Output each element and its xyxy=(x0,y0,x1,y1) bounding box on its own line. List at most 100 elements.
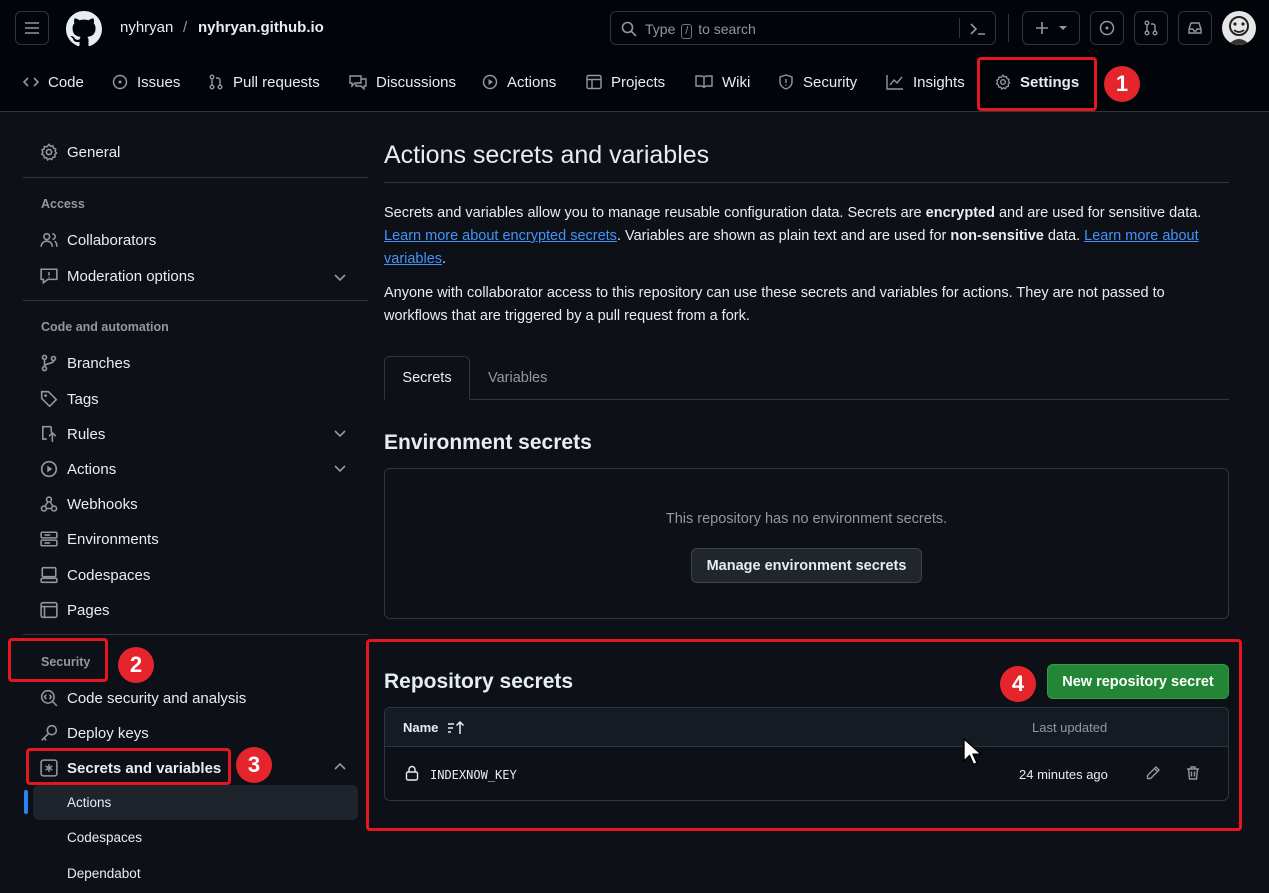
plus-icon xyxy=(1036,22,1048,34)
search-placeholder-tail: to search xyxy=(698,21,756,37)
tab-settings[interactable]: Settings xyxy=(986,58,1088,110)
breadcrumb-owner[interactable]: nyhryan xyxy=(120,19,173,36)
repo-nav: Code Issues Pull requests Discussions Ac… xyxy=(0,58,1269,112)
environment-secrets-box: This repository has no environment secre… xyxy=(384,468,1229,619)
secrets-table: Name Last updated INDEXNOW_KEY 24 minute… xyxy=(384,707,1229,801)
table-row: INDEXNOW_KEY 24 minutes ago xyxy=(385,748,1228,800)
repository-secrets-title: Repository secrets xyxy=(384,670,574,693)
gear-icon xyxy=(40,143,58,161)
sidebar-item-pages[interactable]: Pages xyxy=(40,598,110,622)
global-header: nyhryan / nyhryan.github.io Type / to se… xyxy=(0,0,1269,112)
gear-icon xyxy=(995,74,1011,90)
inbox-button[interactable] xyxy=(1178,11,1212,45)
repo-push-icon xyxy=(42,425,57,442)
sidebar-item-secrets-label: Secrets and variables xyxy=(67,759,222,777)
sidebar-item-tags[interactable]: Tags xyxy=(40,387,99,411)
codescan-icon xyxy=(40,689,58,707)
sidebar-item-general-label: General xyxy=(67,143,121,161)
tab-code[interactable]: Code xyxy=(23,58,84,106)
issues-button[interactable] xyxy=(1090,11,1124,45)
pencil-icon[interactable] xyxy=(1145,765,1161,781)
chevron-down-icon[interactable] xyxy=(332,460,348,476)
sidebar-item-collaborators-label: Collaborators xyxy=(67,231,157,249)
avatar[interactable] xyxy=(1222,11,1256,45)
search-divider xyxy=(959,18,960,38)
tab-settings-label: Settings xyxy=(1020,73,1080,91)
sidebar-item-branches[interactable]: Branches xyxy=(40,351,130,375)
create-new-button[interactable] xyxy=(1022,11,1080,45)
manage-environment-secrets-button[interactable]: Manage environment secrets xyxy=(691,548,922,583)
sidebar-item-code-security[interactable]: Code security and analysis xyxy=(40,686,246,710)
search-placeholder: Type / to search xyxy=(645,21,756,39)
page-title: Actions secrets and variables xyxy=(384,141,710,169)
annotation-badge-3: 3 xyxy=(236,747,272,783)
tab-insights[interactable]: Insights xyxy=(886,58,965,106)
table-icon xyxy=(586,74,602,90)
sidebar-item-environments[interactable]: Environments xyxy=(40,527,159,551)
subtab-secrets[interactable]: Secrets xyxy=(384,356,470,400)
branch-icon xyxy=(41,354,57,372)
key-icon xyxy=(41,724,58,741)
table-header: Name Last updated xyxy=(385,708,1228,747)
sidebar-item-codespaces[interactable]: Codespaces xyxy=(40,563,150,587)
sidebar-item-general[interactable]: General xyxy=(40,140,120,164)
new-repository-secret-button[interactable]: New repository secret xyxy=(1047,664,1229,699)
server-icon xyxy=(40,531,58,547)
trash-icon[interactable] xyxy=(1185,765,1201,781)
github-logo-icon[interactable] xyxy=(66,11,102,47)
sidebar-item-actions[interactable]: Actions xyxy=(40,457,116,481)
sidebar-divider xyxy=(23,300,368,301)
chevron-down-icon xyxy=(1059,26,1067,30)
sidebar-item-collaborators[interactable]: Collaborators xyxy=(40,228,156,252)
menu-button[interactable] xyxy=(15,11,49,45)
sidebar-item-webhooks[interactable]: Webhooks xyxy=(40,492,138,516)
tab-pull-requests[interactable]: Pull requests xyxy=(208,58,320,106)
issue-icon xyxy=(1099,20,1115,36)
subtab-variables[interactable]: Variables xyxy=(488,370,547,386)
header-row: nyhryan / nyhryan.github.io Type / to se… xyxy=(0,0,1269,58)
tab-discussions[interactable]: Discussions xyxy=(349,58,456,106)
sort-icon[interactable] xyxy=(447,720,465,736)
issue-icon xyxy=(112,74,128,90)
sidebar-item-deploy-keys-label: Deploy keys xyxy=(67,724,149,742)
sidebar-divider xyxy=(23,634,368,635)
tab-projects[interactable]: Projects xyxy=(586,58,665,106)
sidebar-heading-access: Access xyxy=(41,197,85,211)
command-palette-icon[interactable] xyxy=(969,21,987,37)
tab-issues[interactable]: Issues xyxy=(112,58,180,106)
sidebar-heading-code: Code and automation xyxy=(41,320,169,334)
sidebar-subitem-actions[interactable]: Actions xyxy=(67,795,111,810)
sidebar-item-rules[interactable]: Rules xyxy=(40,422,105,446)
chevron-down-icon[interactable] xyxy=(332,269,348,285)
secret-name: INDEXNOW_KEY xyxy=(430,768,517,782)
active-indicator xyxy=(24,790,28,814)
learn-more-secrets-link[interactable]: Learn more about encrypted secrets xyxy=(384,228,617,244)
sidebar-subitem-dependabot[interactable]: Dependabot xyxy=(67,866,141,881)
annotation-badge-2: 2 xyxy=(118,647,154,683)
search-input[interactable]: Type / to search xyxy=(610,11,996,45)
sidebar-item-moderation[interactable]: Moderation options xyxy=(40,264,195,288)
pull-requests-button[interactable] xyxy=(1134,11,1168,45)
breadcrumb-repo[interactable]: nyhryan.github.io xyxy=(198,19,324,36)
inbox-icon xyxy=(1188,22,1202,34)
search-key: / xyxy=(681,24,693,39)
tab-security[interactable]: Security xyxy=(778,58,857,106)
browser-icon xyxy=(40,601,58,619)
sidebar-item-secrets[interactable]: Secrets and variables xyxy=(40,756,221,780)
pull-request-icon xyxy=(209,74,223,90)
environment-secrets-title: Environment secrets xyxy=(384,431,592,454)
tab-wiki[interactable]: Wiki xyxy=(695,58,750,106)
chevron-up-icon[interactable] xyxy=(332,759,348,775)
desc-text: . xyxy=(442,251,447,267)
sidebar-subitem-codespaces[interactable]: Codespaces xyxy=(67,830,142,845)
tab-actions[interactable]: Actions xyxy=(482,58,556,106)
column-name[interactable]: Name xyxy=(403,720,438,735)
breadcrumb-separator: / xyxy=(183,19,188,36)
chevron-down-icon[interactable] xyxy=(332,425,348,441)
sidebar-item-deploy-keys[interactable]: Deploy keys xyxy=(40,721,149,745)
description-paragraph: Secrets and variables allow you to manag… xyxy=(384,202,1229,271)
sidebar-item-webhooks-label: Webhooks xyxy=(67,495,138,513)
desc-text: and are used for sensitive data. xyxy=(994,205,1202,221)
annotation-badge-4: 4 xyxy=(1000,666,1036,702)
search-placeholder-type: Type xyxy=(645,21,676,37)
